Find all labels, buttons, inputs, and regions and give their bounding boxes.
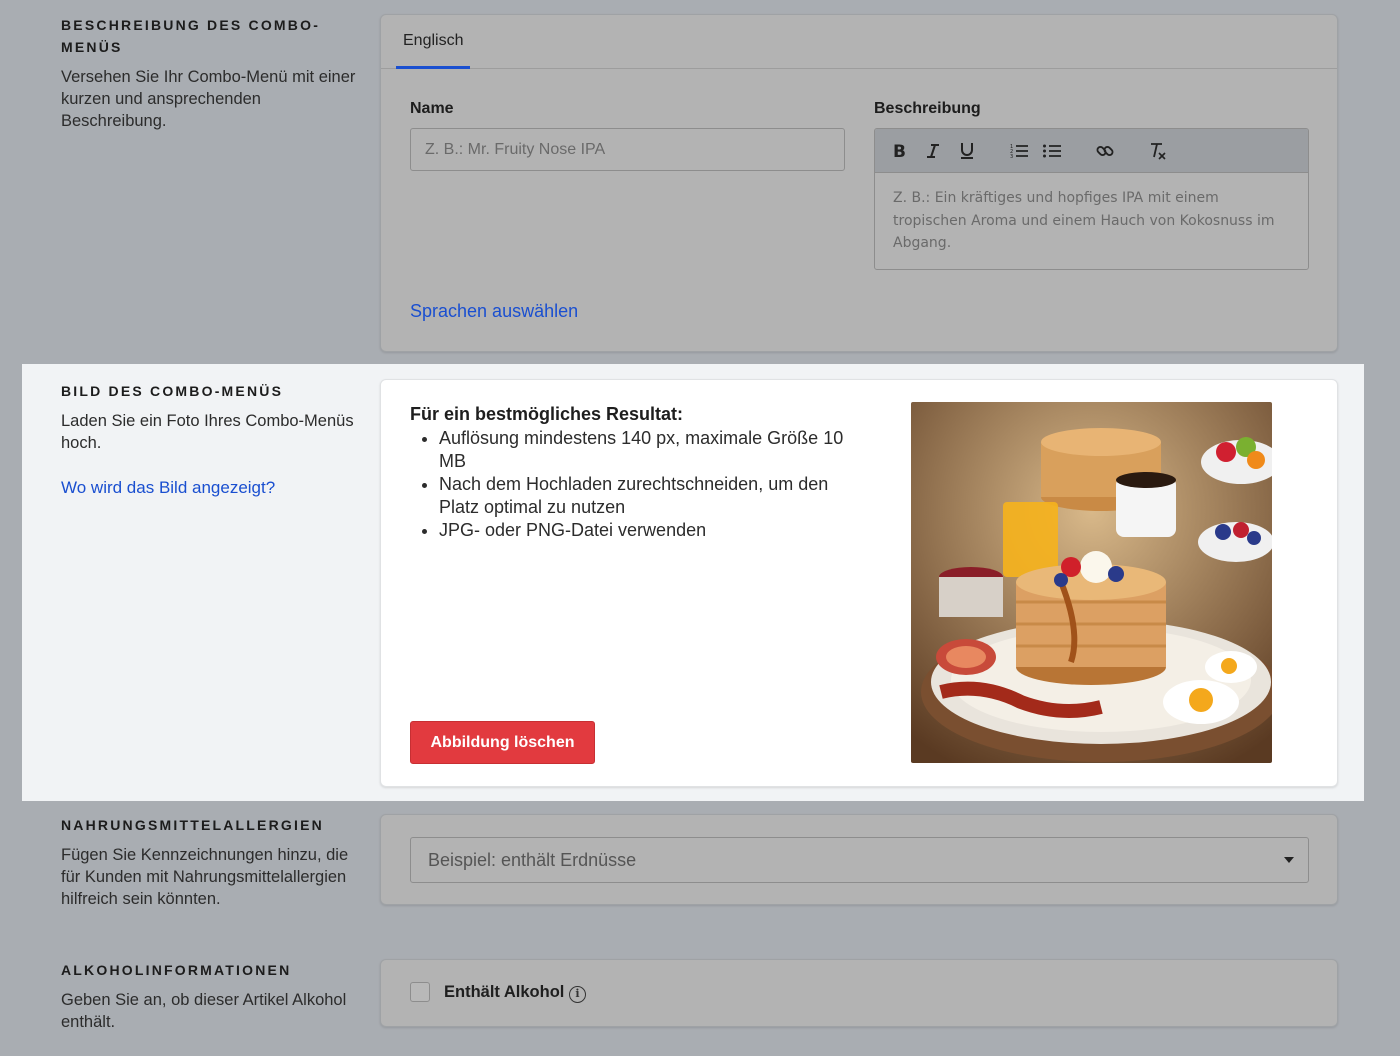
section-description: Fügen Sie Kennzeichnungen hinzu, die für…	[61, 846, 349, 908]
image-card: Für ein bestmögliches Resultat: Auflösun…	[380, 379, 1338, 787]
description-card: Englisch Name Beschreibung B 123	[380, 14, 1338, 352]
bold-icon[interactable]: B	[885, 129, 913, 173]
list-item: JPG- oder PNG-Datei verwenden	[439, 519, 859, 542]
chevron-down-icon	[1284, 857, 1294, 863]
section-description: Laden Sie ein Foto Ihres Combo-Menüs hoc…	[61, 412, 354, 452]
tab-englisch[interactable]: Englisch	[396, 15, 471, 69]
list-item: Auflösung mindestens 140 px, maximale Gr…	[439, 427, 859, 473]
info-icon[interactable]: i	[569, 986, 586, 1003]
select-languages-link[interactable]: Sprachen auswählen	[410, 301, 578, 322]
description-editor-placeholder[interactable]: Z. B.: Ein kräftiges und hopfiges IPA mi…	[875, 173, 1308, 269]
image-section: Bild des Combo-Menüs Laden Sie ein Foto …	[0, 364, 1400, 801]
where-image-shown-link[interactable]: Wo wird das Bild angezeigt?	[61, 478, 361, 498]
section-description: Versehen Sie Ihr Combo-Menü mit einer ku…	[61, 68, 356, 130]
tips-list: Auflösung mindestens 140 px, maximale Gr…	[439, 427, 859, 542]
name-label: Name	[410, 100, 454, 117]
clear-format-icon[interactable]	[1143, 129, 1171, 173]
description-editor: B 123 Z. B.: Ein kräftiges und hopfiges …	[874, 128, 1309, 270]
section-title: Nahrungsmittelallergien	[61, 817, 324, 833]
combo-menu-image[interactable]	[911, 402, 1272, 763]
ordered-list-icon[interactable]: 123	[1005, 129, 1033, 173]
svg-text:B: B	[893, 143, 906, 159]
allergies-select[interactable]: Beispiel: enthält Erdnüsse	[410, 837, 1309, 883]
delete-image-button[interactable]: Abbildung löschen	[410, 721, 595, 764]
editor-toolbar: B 123	[875, 129, 1308, 173]
description-label: Beschreibung	[874, 100, 981, 117]
italic-icon[interactable]	[919, 129, 947, 173]
underline-icon[interactable]	[953, 129, 981, 173]
link-icon[interactable]	[1091, 129, 1119, 173]
section-title: Bild des Combo-Menüs	[61, 383, 284, 399]
section-title: Alkoholinformationen	[61, 962, 292, 978]
description-section: Beschreibung des Combo-Menüs Versehen Si…	[0, 0, 1400, 360]
allergies-card: Beispiel: enthält Erdnüsse	[380, 814, 1338, 905]
alcohol-section: Alkoholinformationen Geben Sie an, ob di…	[0, 950, 1400, 1056]
select-placeholder: Beispiel: enthält Erdnüsse	[428, 850, 637, 870]
contains-alcohol-checkbox[interactable]	[410, 982, 430, 1002]
allergies-section: Nahrungsmittelallergien Fügen Sie Kennze…	[0, 805, 1400, 925]
alcohol-card: Enthält Alkohol i	[380, 959, 1338, 1027]
list-item: Nach dem Hochladen zurechtschneiden, um …	[439, 473, 859, 519]
language-tabs: Englisch	[381, 15, 1337, 69]
bullet-list-icon[interactable]	[1038, 129, 1066, 173]
tips-title: Für ein bestmögliches Resultat:	[410, 404, 684, 424]
svg-text:3: 3	[1010, 154, 1013, 159]
contains-alcohol-label[interactable]: Enthält Alkohol	[444, 983, 564, 1002]
name-input[interactable]	[410, 128, 845, 171]
section-description: Geben Sie an, ob dieser Artikel Alkohol …	[61, 991, 347, 1031]
section-title: Beschreibung des Combo-Menüs	[61, 17, 321, 55]
